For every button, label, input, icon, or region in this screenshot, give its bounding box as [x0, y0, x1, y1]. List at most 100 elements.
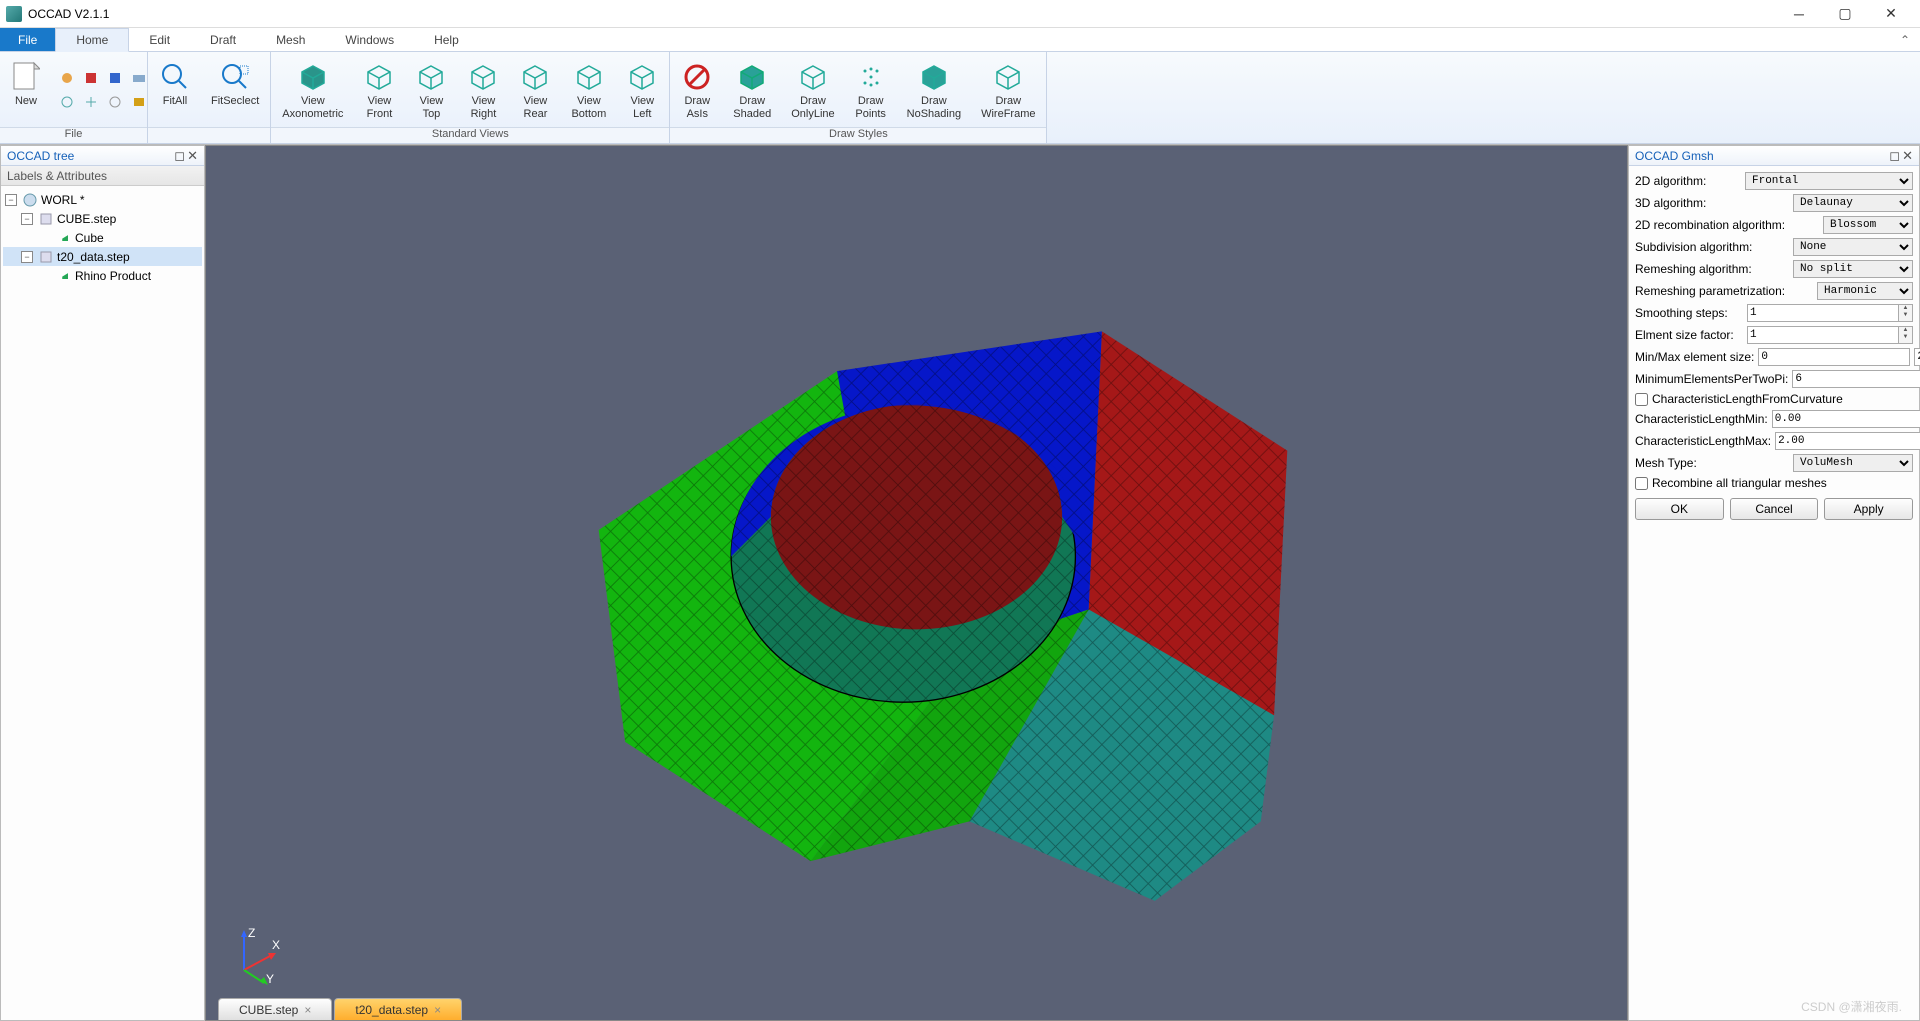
document-tab[interactable]: t20_data.step×	[334, 998, 462, 1020]
svg-text:Y: Y	[266, 972, 274, 985]
gmsh-panel-title: OCCAD Gmsh	[1635, 149, 1714, 163]
new-button[interactable]: New	[2, 54, 50, 125]
cancel-button[interactable]: Cancel	[1730, 498, 1819, 520]
tree-panel-title: OCCAD tree	[7, 149, 74, 163]
apply-button[interactable]: Apply	[1824, 498, 1913, 520]
recombination-select[interactable]: Blossom	[1823, 216, 1913, 234]
step-file-icon	[38, 249, 54, 265]
view-front-button[interactable]: ViewFront	[354, 54, 404, 125]
cube-icon	[467, 61, 499, 93]
tree-panel: OCCAD tree ◻ ✕ Labels & Attributes − WOR…	[0, 145, 205, 1021]
tool-2[interactable]	[80, 67, 102, 89]
tree-item[interactable]: −CUBE.step	[3, 209, 202, 228]
style-icon	[736, 61, 768, 93]
draw-onlyline-button[interactable]: DrawOnlyLine	[782, 54, 843, 125]
tree-item[interactable]: −t20_data.step	[3, 247, 202, 266]
tree-item[interactable]: Rhino Product	[3, 266, 202, 285]
subdivision-select[interactable]: None	[1793, 238, 1913, 256]
style-icon	[918, 61, 950, 93]
3d-algorithm-select[interactable]: Delaunay	[1793, 194, 1913, 212]
tab-mesh[interactable]: Mesh	[256, 28, 325, 51]
draw-shaded-button[interactable]: DrawShaded	[724, 54, 780, 125]
view-left-button[interactable]: ViewLeft	[617, 54, 667, 125]
ribbon-collapse-icon[interactable]: ⌃	[1890, 28, 1920, 51]
close-panel-icon[interactable]: ✕	[187, 148, 198, 164]
style-icon	[681, 61, 713, 93]
draw-noshading-button[interactable]: DrawNoShading	[898, 54, 970, 125]
menubar: File Home Edit Draft Mesh Windows Help ⌃	[0, 28, 1920, 52]
cube-icon	[573, 61, 605, 93]
view-rear-button[interactable]: ViewRear	[510, 54, 560, 125]
geometry-icon	[56, 230, 72, 246]
fitselect-button[interactable]: FitSeclect	[202, 54, 268, 125]
draw-asis-button[interactable]: DrawAsIs	[672, 54, 722, 125]
tool-5[interactable]	[56, 91, 78, 113]
cube-icon	[626, 61, 658, 93]
ribbon: New File FitAll FitSeclect	[0, 52, 1920, 144]
view-axonometric-button[interactable]: ViewAxonometric	[273, 54, 352, 125]
axis-triad: Z X Y	[224, 925, 284, 985]
maximize-button[interactable]: ▢	[1822, 0, 1868, 28]
file-menu[interactable]: File	[0, 28, 55, 51]
3d-viewport[interactable]: Z X Y CUBE.step×t20_data.step×	[205, 145, 1628, 1021]
cube-icon	[415, 61, 447, 93]
draw-wireframe-button[interactable]: DrawWireFrame	[972, 54, 1044, 125]
smoothing-input[interactable]	[1747, 304, 1899, 322]
2d-algorithm-select[interactable]: Frontal	[1745, 172, 1913, 190]
tab-help[interactable]: Help	[414, 28, 479, 51]
ok-button[interactable]: OK	[1635, 498, 1724, 520]
elementsize-factor-input[interactable]	[1747, 326, 1899, 344]
draw-styles-label: Draw Styles	[670, 127, 1046, 143]
watermark: CSDN @潇湘夜雨.	[1801, 998, 1902, 1015]
undock-icon[interactable]: ◻	[174, 148, 185, 164]
file-group-label: File	[0, 127, 147, 143]
draw-points-button[interactable]: DrawPoints	[846, 54, 896, 125]
view-right-button[interactable]: ViewRight	[458, 54, 508, 125]
tool-1[interactable]	[56, 67, 78, 89]
view-bottom-button[interactable]: ViewBottom	[562, 54, 615, 125]
curvature-checkbox[interactable]	[1635, 393, 1648, 406]
close-button[interactable]: ✕	[1868, 0, 1914, 28]
undock-icon[interactable]: ◻	[1889, 148, 1900, 164]
tab-edit[interactable]: Edit	[129, 28, 190, 51]
min-elements-twopi-input[interactable]	[1792, 370, 1920, 388]
recombine-checkbox[interactable]	[1635, 477, 1648, 490]
charlen-max-input[interactable]	[1775, 432, 1920, 450]
fitall-button[interactable]: FitAll	[150, 54, 200, 125]
app-icon	[6, 6, 22, 22]
tree-item[interactable]: Cube	[3, 228, 202, 247]
tool-8[interactable]	[128, 91, 150, 113]
tab-draft[interactable]: Draft	[190, 28, 256, 51]
close-tab-icon[interactable]: ×	[304, 1003, 311, 1017]
collapse-icon[interactable]: −	[5, 194, 17, 206]
cube-icon	[363, 61, 395, 93]
tool-3[interactable]	[104, 67, 126, 89]
close-tab-icon[interactable]: ×	[434, 1003, 441, 1017]
remeshing-select[interactable]: No split	[1793, 260, 1913, 278]
tab-home[interactable]: Home	[55, 28, 129, 52]
document-tab[interactable]: CUBE.step×	[218, 998, 332, 1020]
step-file-icon	[38, 211, 54, 227]
model-tree[interactable]: − WORL * −CUBE.stepCube−t20_data.stepRhi…	[1, 186, 204, 1020]
close-panel-icon[interactable]: ✕	[1902, 148, 1913, 164]
spinner-icon[interactable]: ▲▼	[1899, 326, 1913, 344]
minimize-button[interactable]: ─	[1776, 0, 1822, 28]
collapse-icon[interactable]: −	[21, 251, 33, 263]
max-element-input[interactable]	[1914, 348, 1920, 366]
fitselect-icon	[219, 61, 251, 93]
charlen-min-input[interactable]	[1772, 410, 1920, 428]
style-icon	[992, 61, 1024, 93]
cube-icon	[519, 61, 551, 93]
parametrization-select[interactable]: Harmonic	[1817, 282, 1913, 300]
titlebar: OCCAD V2.1.1 ─ ▢ ✕	[0, 0, 1920, 28]
tab-windows[interactable]: Windows	[325, 28, 414, 51]
tool-4[interactable]	[128, 67, 150, 89]
spinner-icon[interactable]: ▲▼	[1899, 304, 1913, 322]
meshtype-select[interactable]: VoluMesh	[1793, 454, 1913, 472]
tool-6[interactable]	[80, 91, 102, 113]
min-element-input[interactable]	[1758, 348, 1910, 366]
collapse-icon[interactable]: −	[21, 213, 33, 225]
view-top-button[interactable]: ViewTop	[406, 54, 456, 125]
tree-root[interactable]: − WORL *	[3, 190, 202, 209]
tool-7[interactable]	[104, 91, 126, 113]
